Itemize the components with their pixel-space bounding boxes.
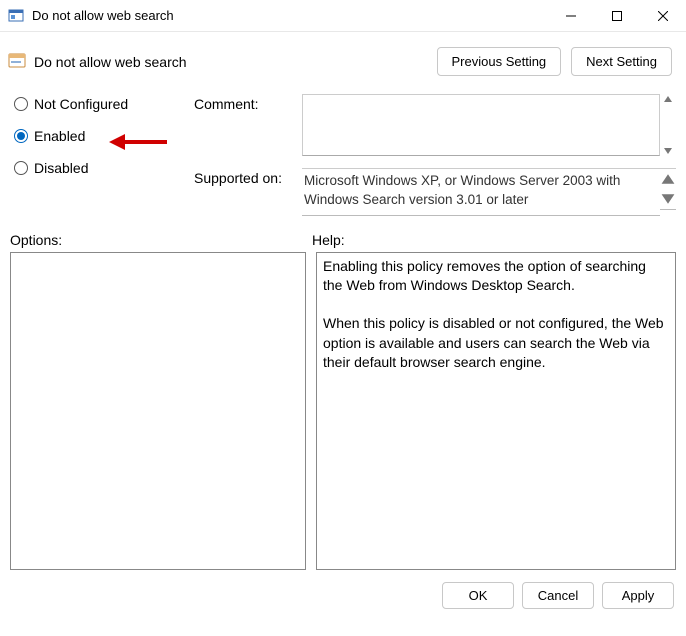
help-label: Help: [312, 232, 676, 248]
apply-button[interactable]: Apply [602, 582, 674, 609]
next-setting-button[interactable]: Next Setting [571, 47, 672, 76]
window-title: Do not allow web search [32, 8, 548, 23]
help-paragraph: Enabling this policy removes the option … [323, 257, 669, 296]
policy-icon [8, 53, 26, 71]
titlebar: Do not allow web search [0, 0, 686, 32]
supported-scrollbar[interactable] [660, 168, 676, 210]
minimize-button[interactable] [548, 1, 594, 31]
help-paragraph: When this policy is disabled or not conf… [323, 314, 669, 373]
radio-label: Enabled [34, 128, 85, 144]
scroll-up-icon [663, 94, 673, 104]
radio-icon [14, 129, 28, 143]
ok-button[interactable]: OK [442, 582, 514, 609]
previous-setting-button[interactable]: Previous Setting [437, 47, 562, 76]
scroll-down-icon [660, 191, 676, 207]
comment-textarea[interactable] [302, 94, 660, 156]
radio-icon [14, 97, 28, 111]
comment-scrollbar[interactable] [660, 94, 676, 156]
radio-label: Disabled [34, 160, 88, 176]
radio-disabled[interactable]: Disabled [14, 160, 194, 176]
supported-on-text: Microsoft Windows XP, or Windows Server … [302, 168, 660, 216]
policy-title: Do not allow web search [34, 54, 437, 70]
help-panel: Enabling this policy removes the option … [316, 252, 676, 570]
options-panel [10, 252, 306, 570]
scroll-down-icon [663, 146, 673, 156]
subtitle-row: Do not allow web search Previous Setting… [0, 32, 686, 82]
radio-label: Not Configured [34, 96, 128, 112]
close-button[interactable] [640, 1, 686, 31]
cancel-button[interactable]: Cancel [522, 582, 594, 609]
state-radio-group: Not Configured Enabled Disabled [14, 94, 194, 216]
radio-enabled[interactable]: Enabled [14, 128, 194, 144]
dialog-footer: OK Cancel Apply [0, 570, 686, 609]
options-label: Options: [10, 232, 312, 248]
radio-not-configured[interactable]: Not Configured [14, 96, 194, 112]
app-icon [8, 8, 24, 24]
scroll-up-icon [660, 171, 676, 187]
comment-label: Comment: [194, 94, 302, 112]
maximize-button[interactable] [594, 1, 640, 31]
radio-icon [14, 161, 28, 175]
supported-on-label: Supported on: [194, 168, 302, 186]
